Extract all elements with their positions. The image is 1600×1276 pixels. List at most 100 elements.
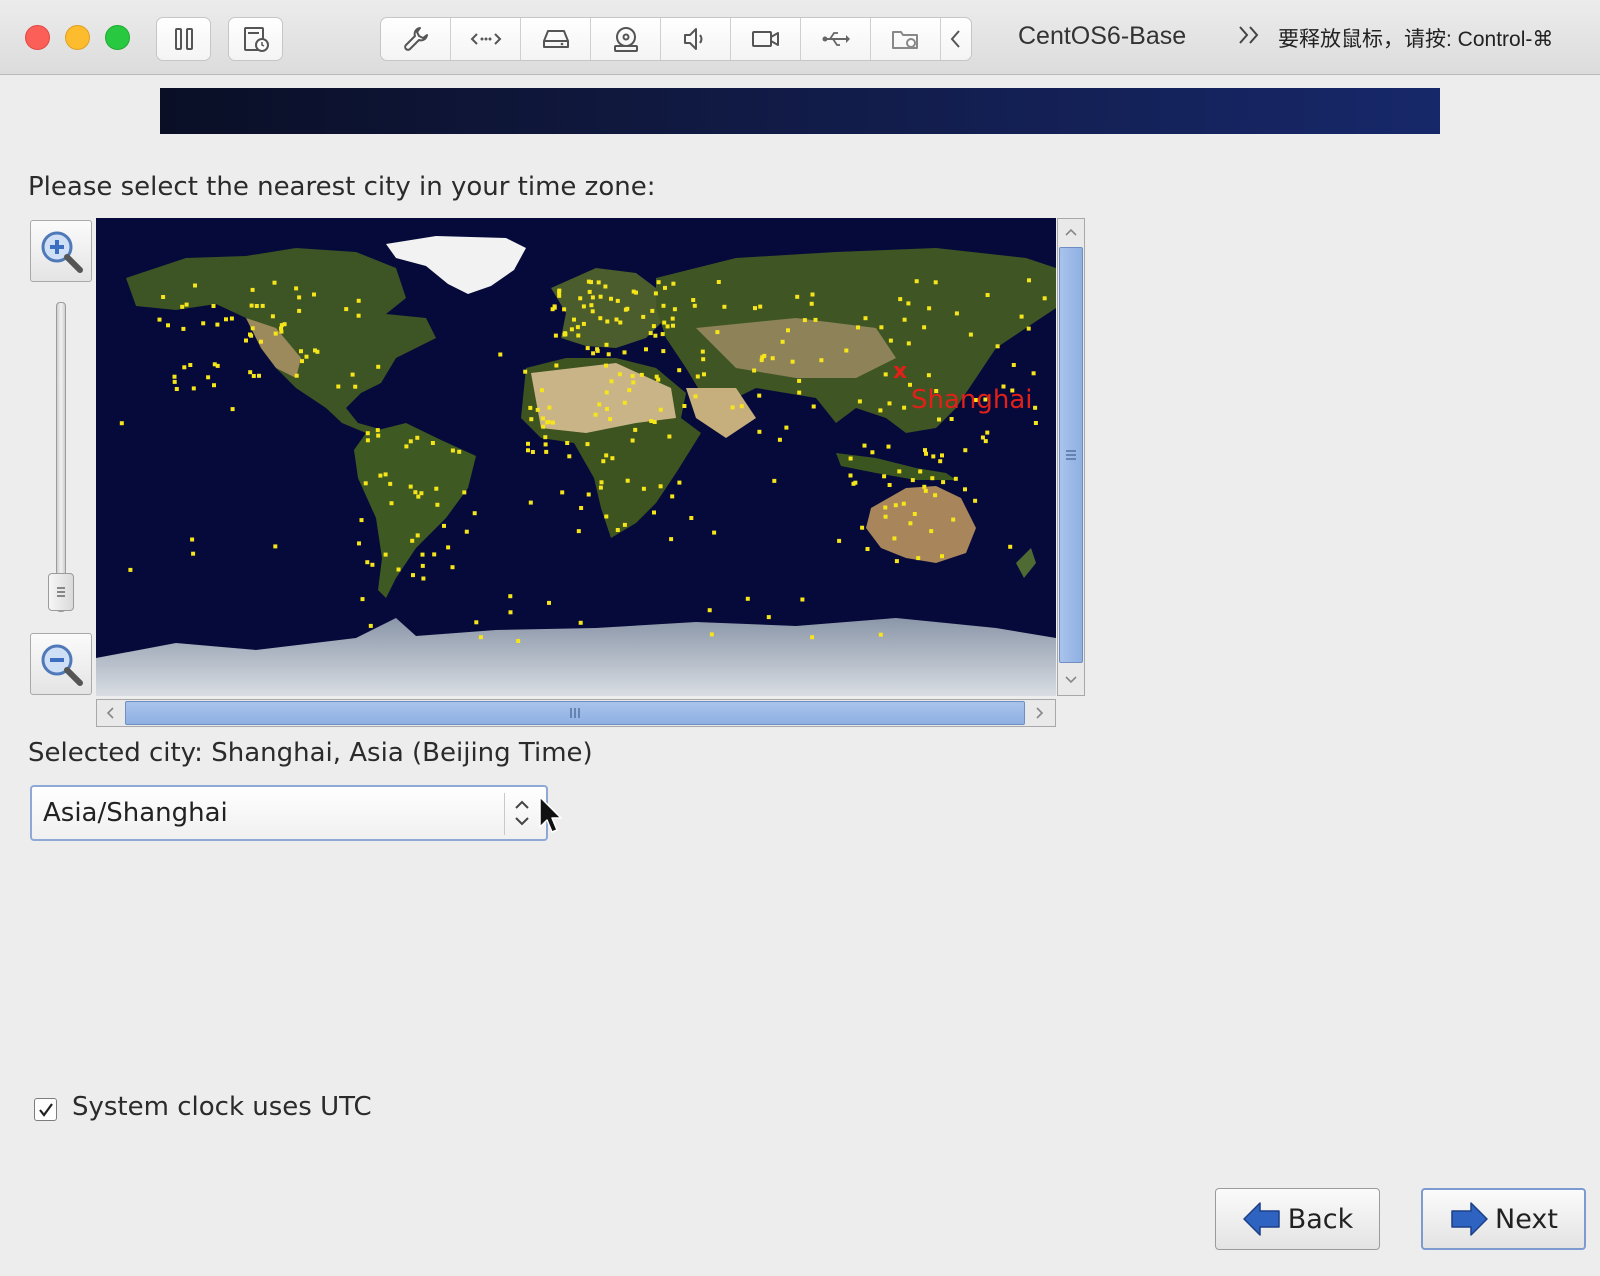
city-dot[interactable] — [551, 420, 555, 425]
city-dot[interactable] — [949, 417, 954, 421]
city-dot[interactable] — [563, 331, 568, 336]
city-dot[interactable] — [589, 280, 593, 285]
city-dot[interactable] — [161, 295, 166, 299]
city-dot[interactable] — [603, 284, 608, 289]
city-dot[interactable] — [658, 484, 663, 489]
city-dot[interactable] — [759, 358, 764, 363]
city-dot[interactable] — [609, 379, 614, 384]
city-dot[interactable] — [606, 352, 611, 357]
city-dot[interactable] — [370, 562, 375, 567]
city-dot[interactable] — [250, 287, 255, 292]
city-dot[interactable] — [930, 476, 935, 481]
city-dot[interactable] — [758, 304, 763, 309]
city-dot[interactable] — [914, 279, 919, 284]
city-dot[interactable] — [375, 428, 380, 433]
city-dot[interactable] — [929, 529, 934, 534]
city-dot[interactable] — [415, 435, 420, 440]
city-dot[interactable] — [604, 342, 609, 347]
back-button[interactable]: Back — [1215, 1188, 1380, 1250]
city-dot[interactable] — [615, 298, 620, 303]
city-dot[interactable] — [299, 349, 303, 354]
city-dot[interactable] — [516, 639, 521, 643]
city-dot[interactable] — [529, 417, 534, 422]
city-dot[interactable] — [863, 316, 868, 321]
city-dot[interactable] — [585, 442, 590, 447]
city-dot[interactable] — [528, 500, 533, 505]
city-dot[interactable] — [368, 623, 373, 628]
city-dot[interactable] — [562, 307, 567, 312]
city-dot[interactable] — [598, 294, 603, 299]
city-dot[interactable] — [882, 474, 887, 479]
city-dot[interactable] — [641, 486, 646, 491]
city-dot[interactable] — [560, 490, 565, 495]
city-dot[interactable] — [883, 505, 888, 510]
shanghai-marker[interactable]: x — [893, 359, 907, 384]
city-dot[interactable] — [954, 311, 959, 316]
utc-checkbox-label[interactable]: System clock uses UTC — [72, 1092, 372, 1122]
minimize-window-button[interactable] — [65, 25, 90, 50]
city-dot[interactable] — [985, 293, 990, 297]
city-dot[interactable] — [543, 435, 548, 440]
map-vertical-scrollbar[interactable] — [1057, 218, 1085, 696]
city-dot[interactable] — [172, 379, 177, 384]
city-dot[interactable] — [211, 304, 216, 308]
city-dot[interactable] — [878, 408, 883, 413]
city-dot[interactable] — [906, 341, 911, 346]
city-dot[interactable] — [931, 454, 936, 459]
city-dot[interactable] — [633, 427, 638, 432]
city-dot[interactable] — [730, 405, 735, 410]
city-dot[interactable] — [404, 444, 409, 449]
city-dot[interactable] — [651, 324, 656, 329]
city-dot[interactable] — [604, 453, 609, 458]
city-dot[interactable] — [578, 296, 583, 301]
city-dot[interactable] — [421, 576, 426, 581]
city-dot[interactable] — [599, 480, 604, 485]
city-dot[interactable] — [420, 552, 425, 557]
city-dot[interactable] — [579, 506, 584, 510]
city-dot[interactable] — [1027, 278, 1031, 283]
city-dot[interactable] — [669, 537, 674, 542]
city-dot[interactable] — [709, 632, 714, 637]
city-dot[interactable] — [766, 615, 771, 620]
city-dot[interactable] — [1042, 296, 1047, 301]
city-dot[interactable] — [1026, 326, 1031, 331]
city-dot[interactable] — [595, 347, 600, 352]
city-dot[interactable] — [442, 523, 446, 528]
zoom-out-button[interactable] — [30, 633, 92, 695]
city-dot[interactable] — [656, 280, 661, 285]
city-dot[interactable] — [819, 358, 824, 363]
city-dot[interactable] — [581, 304, 586, 309]
city-dot[interactable] — [604, 363, 608, 368]
city-dot[interactable] — [1033, 421, 1038, 425]
city-dot[interactable] — [462, 490, 467, 495]
map-horizontal-scrollbar[interactable] — [96, 699, 1056, 727]
city-dot[interactable] — [671, 281, 676, 286]
city-dot[interactable] — [860, 525, 865, 530]
city-dot[interactable] — [464, 529, 469, 534]
city-dot[interactable] — [212, 383, 216, 388]
scroll-right-arrow-icon[interactable] — [1027, 700, 1053, 726]
city-dot[interactable] — [244, 338, 248, 343]
zoom-in-button[interactable] — [30, 220, 92, 282]
city-dot[interactable] — [585, 346, 590, 351]
city-dot[interactable] — [508, 594, 513, 599]
city-dot[interactable] — [702, 372, 706, 377]
city-dot[interactable] — [297, 295, 302, 300]
city-dot[interactable] — [446, 545, 451, 550]
city-dot[interactable] — [677, 368, 682, 373]
city-dot[interactable] — [870, 450, 875, 455]
city-dot[interactable] — [901, 501, 906, 506]
city-dot[interactable] — [644, 347, 648, 352]
city-dot[interactable] — [797, 378, 802, 383]
city-dot[interactable] — [745, 596, 750, 601]
city-dot[interactable] — [128, 567, 133, 572]
city-dot[interactable] — [757, 429, 762, 434]
city-dot[interactable] — [610, 456, 615, 461]
city-dot[interactable] — [411, 573, 415, 578]
city-dot[interactable] — [376, 433, 381, 438]
city-dot[interactable] — [927, 306, 932, 311]
scroll-up-arrow-icon[interactable] — [1058, 219, 1084, 245]
city-dot[interactable] — [174, 387, 179, 391]
city-dot[interactable] — [802, 318, 807, 323]
city-dot[interactable] — [811, 404, 816, 409]
